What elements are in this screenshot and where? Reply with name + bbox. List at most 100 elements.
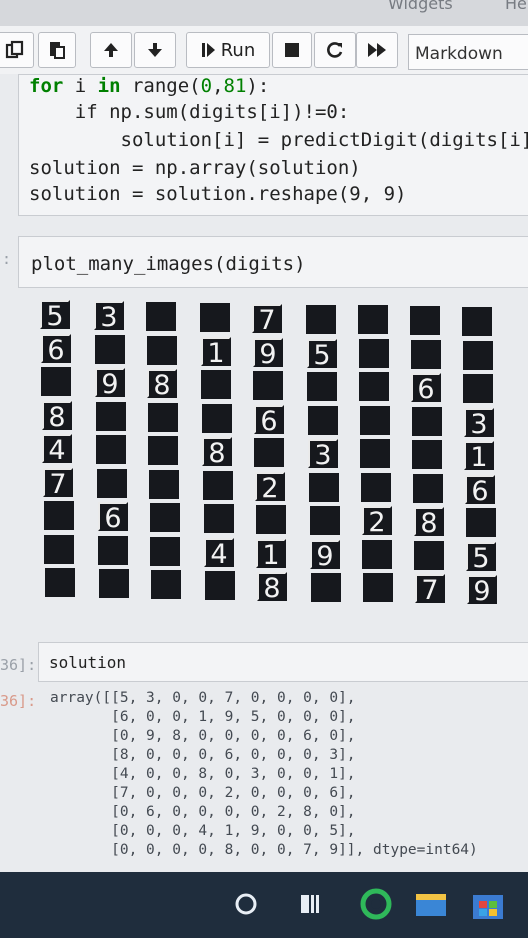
digit-tile — [463, 341, 493, 370]
digit-tile — [462, 307, 492, 336]
digit-tile: 8 — [257, 572, 287, 603]
digit-tile — [99, 569, 129, 598]
cortana-icon[interactable] — [234, 892, 258, 916]
output-line: [4, 0, 0, 8, 0, 3, 0, 0, 1], — [50, 766, 356, 782]
digit-tile: 6 — [254, 405, 284, 436]
digit-tile — [412, 407, 442, 436]
copy-button[interactable] — [0, 32, 34, 68]
menu-help[interactable]: He — [505, 0, 527, 13]
digit-tile — [148, 436, 178, 465]
output-line: [7, 0, 0, 0, 2, 0, 0, 0, 6], — [50, 785, 356, 801]
output-line: array([[5, 3, 0, 0, 7, 0, 0, 0, 0], — [50, 690, 356, 706]
digit-tile: 1 — [464, 441, 494, 472]
output-line: [0, 0, 0, 0, 8, 0, 0, 7, 9]], dtype=int6… — [50, 842, 478, 858]
digit-tile: 6 — [41, 334, 71, 365]
code-line-4: solution = np.array(solution) — [29, 157, 361, 179]
digit-tile: 3 — [308, 439, 338, 470]
cell-type-select[interactable]: Markdown — [408, 34, 528, 70]
digit-tile — [256, 505, 286, 534]
digit-tile: 9 — [310, 540, 340, 571]
digit-tile: 4 — [204, 538, 234, 569]
paste-button[interactable] — [38, 32, 76, 68]
digit-tile — [362, 540, 392, 569]
digit-tile — [308, 406, 338, 435]
digit-tile — [411, 340, 441, 369]
digit-tile — [359, 372, 389, 401]
taskbar — [0, 872, 528, 938]
task-view-icon[interactable] — [298, 892, 322, 916]
menu-widgets[interactable]: Widgets — [388, 0, 453, 13]
code-cell-solution[interactable]: for i in range(0,81): if np.sum(digits[i… — [18, 74, 528, 216]
digit-tile: 5 — [307, 339, 337, 370]
digit-tile — [359, 339, 389, 368]
digit-tile: 9 — [95, 368, 125, 399]
digit-tile — [41, 367, 71, 396]
digit-tile — [254, 438, 284, 467]
digit-tile — [45, 568, 75, 597]
move-down-button[interactable] — [134, 32, 176, 68]
digit-tile: 5 — [466, 542, 496, 573]
digit-tile: 1 — [201, 337, 231, 368]
digit-tile — [98, 536, 128, 565]
code-cell-solution-name[interactable]: solution — [38, 642, 528, 682]
digit-tile — [149, 470, 179, 499]
digit-tile — [410, 306, 440, 335]
digit-tile: 9 — [253, 338, 283, 369]
paste-icon — [50, 42, 65, 59]
digit-tile: 6 — [411, 373, 441, 404]
code-line-2: if np.sum(digits[i])!=0: — [29, 101, 350, 123]
output-prompt: 36]: — [0, 692, 37, 710]
digit-tile — [363, 573, 393, 602]
digit-tile — [311, 573, 341, 602]
digit-tile: 8 — [202, 437, 232, 468]
run-all-button[interactable] — [356, 32, 398, 68]
digit-tile — [306, 305, 336, 334]
stop-button[interactable] — [272, 32, 312, 68]
digit-tile: 2 — [255, 472, 285, 503]
digit-tile — [150, 537, 180, 566]
digit-tile: 8 — [42, 401, 72, 432]
digit-tile: 7 — [43, 468, 73, 499]
output-line: [6, 0, 0, 1, 9, 5, 0, 0, 0], — [50, 709, 356, 725]
run-icon — [201, 43, 215, 57]
output-line: [8, 0, 0, 0, 6, 0, 0, 0, 3], — [50, 747, 356, 763]
digit-tile: 4 — [42, 434, 72, 465]
digit-tile: 3 — [464, 408, 494, 439]
output-line: [0, 0, 0, 4, 1, 9, 0, 0, 5], — [50, 823, 356, 839]
store-icon[interactable] — [470, 886, 506, 922]
code-line-1: for i in range(0,81): — [29, 75, 270, 97]
digit-tile — [203, 471, 233, 500]
digit-tile: 6 — [465, 475, 495, 506]
code-line-3: solution[i] = predictDigit(digits[i] — [29, 129, 528, 151]
digit-tile — [44, 535, 74, 564]
digit-tile — [96, 435, 126, 464]
digit-tile — [97, 469, 127, 498]
move-up-button[interactable] — [90, 32, 132, 68]
code-line-5: solution = solution.reshape(9, 9) — [29, 183, 407, 205]
restart-icon — [327, 42, 343, 58]
digit-tile — [309, 473, 339, 502]
move-down-icon — [148, 43, 162, 57]
digit-tile — [205, 571, 235, 600]
chrome-icon[interactable] — [360, 888, 392, 920]
menu-bar: Widgets He — [0, 0, 528, 26]
digit-tile — [361, 473, 391, 502]
digit-tile — [412, 440, 442, 469]
digit-tile — [307, 372, 337, 401]
run-button[interactable]: Run — [186, 32, 270, 68]
digit-tile — [310, 506, 340, 535]
output-line: [0, 9, 8, 0, 0, 0, 0, 6, 0], — [50, 728, 356, 744]
restart-button[interactable] — [314, 32, 356, 68]
digit-tile: 7 — [415, 574, 445, 605]
digit-tile — [148, 403, 178, 432]
digit-tile — [204, 504, 234, 533]
input-prompt: 36]: — [0, 656, 37, 674]
digit-tile: 5 — [40, 300, 70, 331]
digit-tile: 6 — [98, 502, 128, 533]
digit-tile — [44, 501, 74, 530]
digit-grid: 537619598686348317266284195879 — [40, 300, 500, 620]
code-cell-plot[interactable]: plot_many_images(digits) — [18, 236, 528, 288]
digit-tile — [146, 302, 176, 331]
file-explorer-icon[interactable] — [414, 888, 448, 920]
digit-tile — [96, 402, 126, 431]
